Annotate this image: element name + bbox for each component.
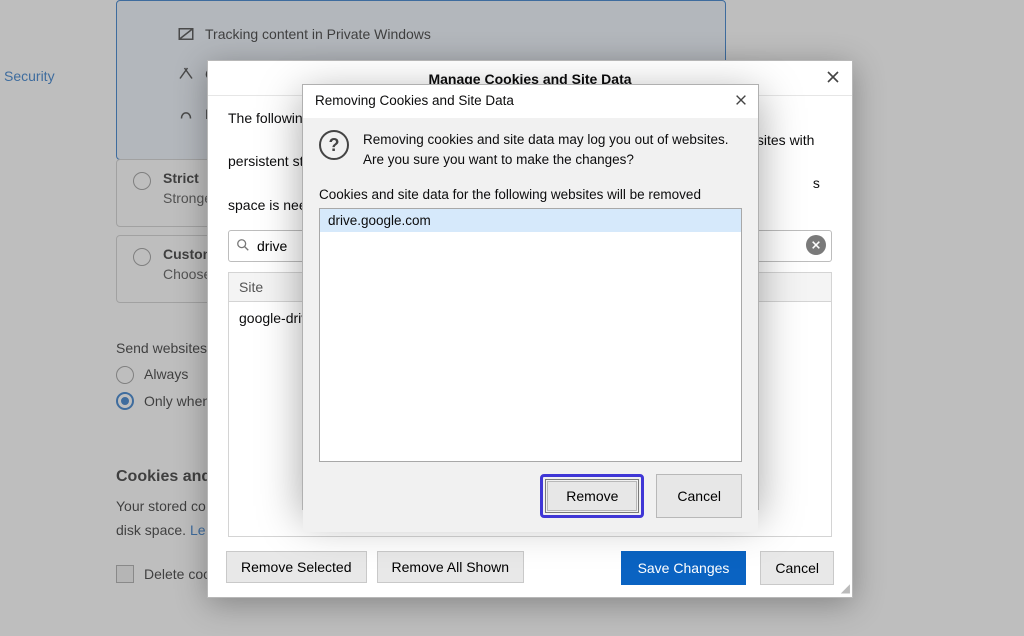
cancel-button[interactable]: Cancel [760,551,834,585]
list-heading: Cookies and site data for the following … [319,187,742,202]
close-button[interactable] [734,93,748,110]
remove-button[interactable]: Remove [547,481,637,511]
remove-selected-button[interactable]: Remove Selected [226,551,367,583]
search-icon [236,238,250,255]
resize-handle-icon[interactable]: ◢ [841,581,850,595]
dialog-message: Removing cookies and site data may log y… [363,130,742,169]
question-icon: ? [319,130,349,160]
save-changes-button[interactable]: Save Changes [621,551,747,585]
removal-list: drive.google.com [319,208,742,462]
close-button[interactable] [824,69,842,87]
remove-all-shown-button[interactable]: Remove All Shown [377,551,525,583]
remove-button-highlight: Remove [540,474,644,518]
cancel-button[interactable]: Cancel [656,474,742,518]
list-item[interactable]: drive.google.com [320,209,741,232]
confirm-remove-dialog: Removing Cookies and Site Data ? Removin… [302,84,759,510]
dialog-title: Removing Cookies and Site Data [315,93,514,108]
